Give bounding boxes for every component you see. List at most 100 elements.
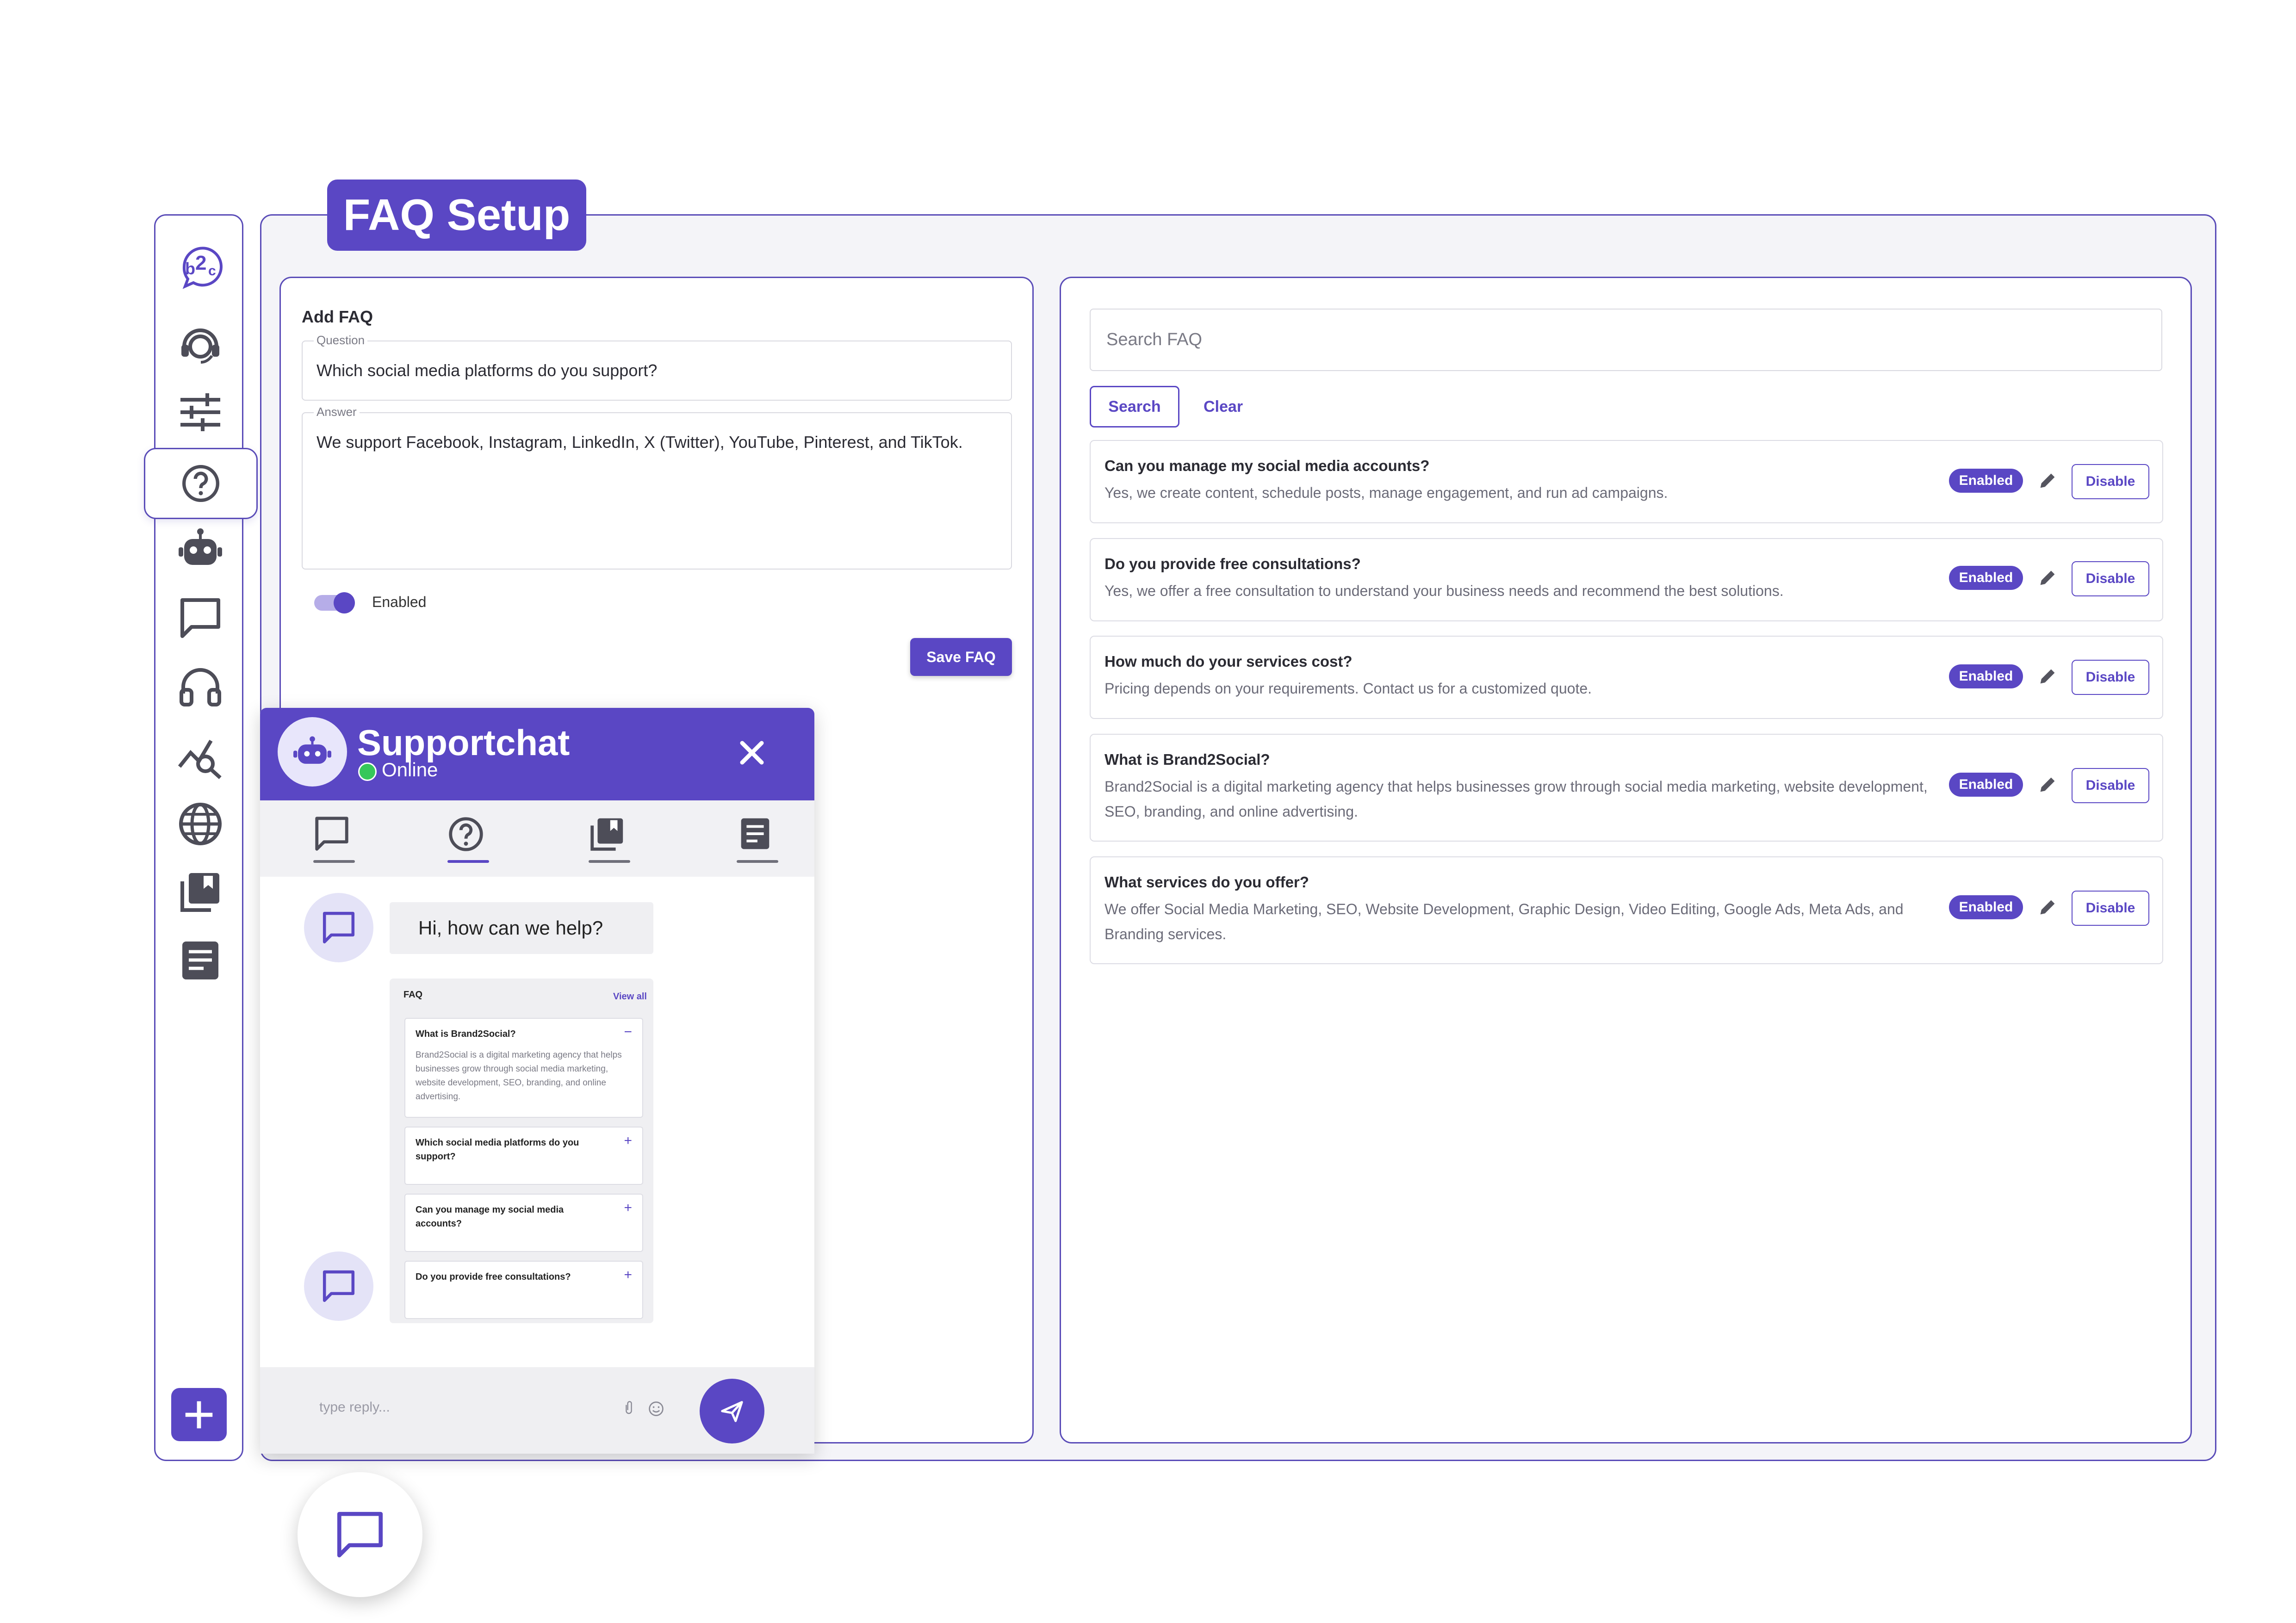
chat-tabs [260,800,814,877]
chat-icon [323,1270,355,1302]
chat-input-bar: type reply... [260,1367,814,1454]
tab-underline-active [447,860,489,863]
b2c-logo[interactable]: b 2 c [155,239,245,294]
tab-underline [737,860,778,863]
chat-header: Supportchat Online [260,708,814,800]
tab-chat[interactable] [304,800,360,877]
close-icon[interactable] [736,737,768,769]
chat-icon [315,816,348,851]
chat-faq-item[interactable]: What is Brand2Social? − Brand2Social is … [404,1018,643,1118]
save-faq-button[interactable]: Save FAQ [910,638,1012,676]
search-button[interactable]: Search [1090,386,1179,427]
faq-answer: Brand2Social is a digital marketing agen… [1105,778,1928,820]
sidebar-item-settings[interactable] [155,384,245,440]
add-faq-heading: Add FAQ [302,307,373,326]
status-badge: Enabled [1949,773,2023,797]
chat-launcher-button[interactable] [298,1472,422,1597]
page-title: FAQ Setup [327,180,586,251]
sidebar-item-docs[interactable] [155,933,245,988]
sidebar-item-support-agent[interactable] [155,316,245,372]
help-circle-icon [182,465,219,502]
chat-status: Online [382,759,438,781]
robot-icon [178,528,222,565]
help-circle-icon [449,817,483,851]
disable-button[interactable]: Disable [2072,660,2149,695]
library-icon [590,818,623,851]
expand-icon[interactable]: + [624,1133,632,1149]
edit-icon[interactable] [2037,774,2058,795]
faq-list-item: What is Brand2Social? Brand2Social is a … [1090,734,2163,842]
clear-button[interactable]: Clear [1204,386,1243,427]
send-button[interactable] [700,1379,764,1443]
faq-list-item: Can you manage my social media accounts?… [1090,440,2163,523]
question-field[interactable]: Question Which social media platforms do… [302,333,1012,401]
edit-icon[interactable] [2037,568,2058,588]
sidebar-item-headphones[interactable] [155,659,245,714]
disable-button[interactable]: Disable [2072,464,2149,499]
send-icon [721,1401,743,1422]
document-icon [741,818,769,849]
library-icon [180,873,219,912]
sidebar-item-analytics[interactable] [155,728,245,784]
edit-icon[interactable] [2037,897,2058,917]
search-input[interactable]: Search FAQ [1090,309,2162,371]
collapse-icon[interactable]: − [624,1024,632,1040]
faq-question: What is Brand2Social? [1105,751,1270,768]
faq-list-item: How much do your services cost? Pricing … [1090,636,2163,719]
sidebar-item-bot[interactable] [155,521,245,576]
sidebar-item-web[interactable] [155,796,245,852]
faq-answer: We offer Social Media Marketing, SEO, We… [1105,901,1904,942]
status-badge: Enabled [1949,895,2023,919]
disable-button[interactable]: Disable [2072,891,2149,926]
faq-list-item: What services do you offer? We offer Soc… [1090,856,2163,964]
document-icon [182,942,218,979]
add-button[interactable] [171,1388,227,1441]
toggle-label: Enabled [372,594,427,610]
faq-answer: Yes, we offer a free consultation to und… [1105,582,1784,599]
chat-faq-question: What is Brand2Social? [416,1029,516,1039]
tab-faq[interactable] [438,800,494,877]
edit-icon[interactable] [2037,471,2058,491]
disable-button[interactable]: Disable [2072,768,2149,803]
chat-title: Supportchat [357,722,570,763]
chat-faq-answer: Brand2Social is a digital marketing agen… [416,1050,622,1102]
emoji-icon[interactable] [648,1400,664,1417]
sidebar-item-chat[interactable] [155,590,245,646]
chat-faq-item[interactable]: Can you manage my social media accounts?… [404,1194,643,1252]
plus-icon [185,1401,213,1428]
faq-list-card: Search FAQ Search Clear Can you manage m… [1060,277,2192,1443]
faq-question: How much do your services cost? [1105,653,1353,670]
expand-icon[interactable]: + [624,1200,632,1216]
sidebar-item-faq[interactable] [144,448,258,519]
tab-library[interactable] [579,800,635,877]
chat-icon [180,598,220,638]
chat-widget: Supportchat Online Hi, how can we help? … [260,708,814,1454]
faq-card-title: FAQ [403,990,423,1000]
chat-faq-item[interactable]: Do you provide free consultations? + [404,1261,643,1319]
view-all-link[interactable]: View all [613,991,647,1002]
chat-faq-question: Do you provide free consultations? [416,1272,571,1282]
reply-input[interactable]: type reply... [319,1400,390,1415]
attachment-icon[interactable] [623,1400,634,1416]
tab-docs[interactable] [727,800,783,877]
toggle-knob [334,592,355,613]
analytics-icon [178,739,222,779]
sidebar-item-library[interactable] [155,864,245,920]
faq-question: Do you provide free consultations? [1105,555,1361,572]
chat-faq-item[interactable]: Which social media platforms do you supp… [404,1127,643,1185]
edit-icon[interactable] [2037,666,2058,687]
enabled-toggle[interactable] [314,592,355,613]
disable-button[interactable]: Disable [2072,561,2149,596]
faq-answer: Yes, we create content, schedule posts, … [1105,484,1668,501]
sidebar: b 2 c [144,214,258,1461]
chat-faq-question: Can you manage my social media accounts? [416,1205,564,1229]
online-status-dot [358,762,377,781]
bot-avatar [278,717,347,787]
chat-icon [337,1511,383,1558]
agent-avatar [304,1251,373,1321]
expand-icon[interactable]: + [624,1267,632,1283]
svg-text:2: 2 [195,252,206,274]
status-badge: Enabled [1949,664,2023,688]
robot-icon [293,736,331,764]
answer-field[interactable]: Answer We support Facebook, Instagram, L… [302,405,1012,570]
